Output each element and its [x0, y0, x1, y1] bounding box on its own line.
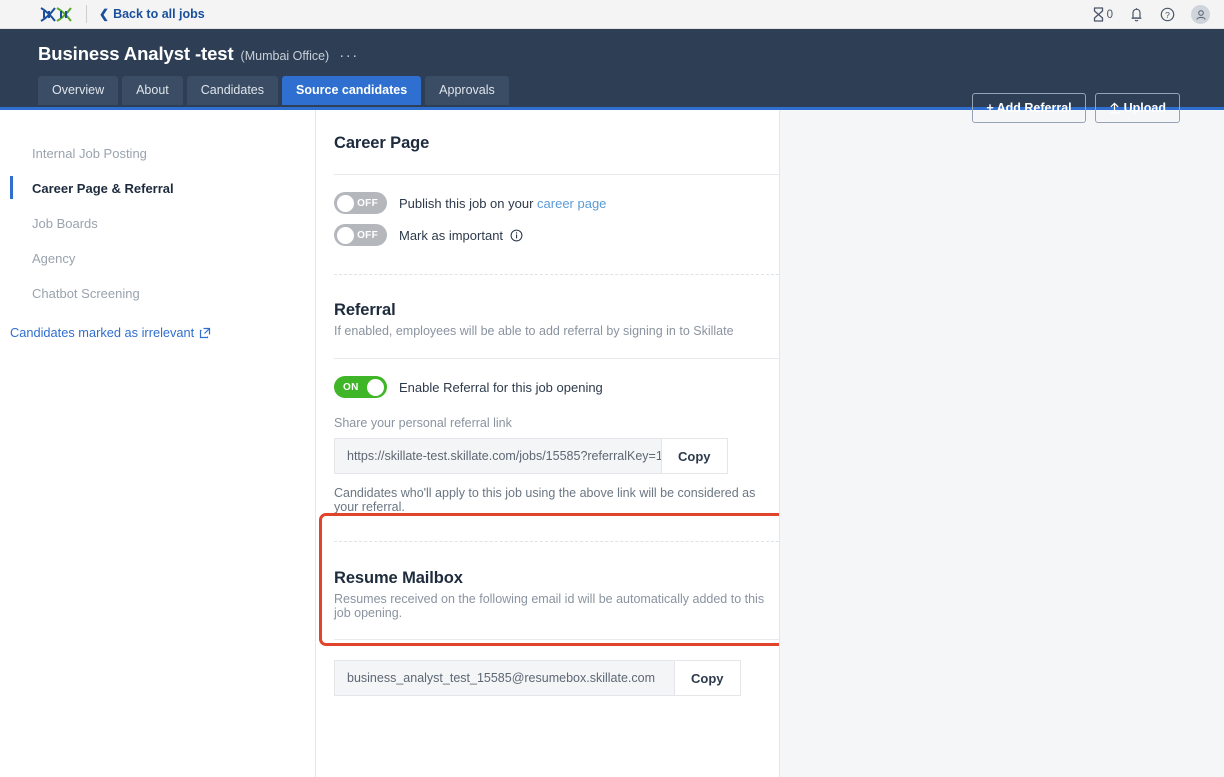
back-to-all-jobs-link[interactable]: ❮ Back to all jobs: [99, 7, 205, 21]
header-actions: + Add Referral Upload: [972, 93, 1180, 123]
copy-referral-link-button[interactable]: Copy: [661, 438, 728, 474]
candidates-marked-irrelevant-label: Candidates marked as irrelevant: [10, 325, 195, 340]
resume-mailbox-subtitle: Resumes received on the following email …: [334, 592, 765, 620]
job-header: Business Analyst -test (Mumbai Office) ·…: [0, 29, 1224, 123]
referral-toggle-state: ON: [343, 381, 359, 393]
referral-section: Referral If enabled, employees will be a…: [334, 275, 779, 514]
resume-mailbox-rule: [334, 639, 779, 640]
important-toggle-row: OFF Mark as important: [334, 224, 779, 246]
toggle-knob: [367, 378, 384, 396]
upload-label: Upload: [1123, 101, 1166, 115]
publish-job-toggle[interactable]: OFF: [334, 192, 387, 214]
mark-important-toggle[interactable]: OFF: [334, 224, 387, 246]
job-more-options-button[interactable]: ···: [339, 48, 359, 63]
top-utility-bar: ❮ Back to all jobs 0 ?: [0, 0, 1224, 29]
toggle-knob: [337, 194, 354, 212]
career-page-rule: [334, 174, 779, 175]
referral-link-group: https://skillate-test.skillate.com/jobs/…: [334, 438, 779, 474]
add-referral-button[interactable]: + Add Referral: [972, 93, 1086, 123]
resume-mailbox-section: Resume Mailbox Resumes received on the f…: [334, 542, 779, 696]
sidebar-item-internal-job-posting[interactable]: Internal Job Posting: [0, 136, 315, 171]
chevron-left-icon: ❮: [99, 7, 110, 21]
external-link-icon: [200, 327, 211, 338]
career-page-section: Career Page OFF Publish this job on your…: [334, 110, 779, 246]
referral-link-label: Share your personal referral link: [334, 416, 512, 430]
sidebar-item-job-boards[interactable]: Job Boards: [0, 206, 315, 241]
important-toggle-state: OFF: [357, 229, 378, 241]
resume-mailbox-email-input[interactable]: business_analyst_test_15585@resumebox.sk…: [334, 660, 674, 696]
toggle-knob: [337, 226, 354, 244]
enable-referral-row: ON Enable Referral for this job opening: [334, 376, 779, 398]
tab-about[interactable]: About: [122, 76, 183, 105]
publish-toggle-label: Publish this job on your career page: [399, 196, 606, 211]
referral-note: Candidates who'll apply to this job usin…: [334, 486, 756, 514]
enable-referral-toggle[interactable]: ON: [334, 376, 387, 398]
main-content: Career Page OFF Publish this job on your…: [316, 110, 779, 777]
tab-approvals[interactable]: Approvals: [425, 76, 509, 105]
task-count: 0: [1106, 8, 1113, 21]
help-icon: ?: [1160, 7, 1175, 22]
body: Internal Job Posting Career Page & Refer…: [0, 110, 1224, 777]
info-icon: [510, 229, 523, 241]
resume-mailbox-group: business_analyst_test_15585@resumebox.sk…: [334, 660, 779, 696]
resume-mailbox-title: Resume Mailbox: [334, 569, 463, 587]
tab-candidates[interactable]: Candidates: [186, 76, 279, 105]
publish-text: Publish this job on your: [399, 195, 538, 211]
referral-link-input[interactable]: https://skillate-test.skillate.com/jobs/…: [334, 438, 661, 474]
hourglass-tasks-button[interactable]: 0: [1092, 7, 1113, 22]
sidebar-item-chatbot-screening[interactable]: Chatbot Screening: [0, 276, 315, 311]
sidebar-item-career-page-referral[interactable]: Career Page & Referral: [0, 171, 315, 206]
career-page-title: Career Page: [334, 134, 430, 152]
career-page-link[interactable]: career page: [537, 196, 606, 211]
skillate-logo[interactable]: [38, 6, 74, 23]
referral-title: Referral: [334, 301, 396, 319]
referral-subtitle: If enabled, employees will be able to ad…: [334, 324, 734, 338]
publish-toggle-state: OFF: [357, 197, 378, 209]
job-office-label: (Mumbai Office): [240, 49, 330, 63]
avatar[interactable]: [1191, 5, 1210, 24]
important-text: Mark as important: [399, 227, 504, 243]
referral-rule: [334, 358, 779, 359]
bell-icon: [1131, 7, 1142, 21]
copy-resume-mailbox-button[interactable]: Copy: [674, 660, 741, 696]
tab-source-candidates[interactable]: Source candidates: [282, 76, 422, 105]
sidebar-nav: Internal Job Posting Career Page & Refer…: [0, 136, 315, 311]
sidebar: Internal Job Posting Career Page & Refer…: [0, 110, 316, 777]
topbar-divider: [86, 5, 87, 23]
upload-button[interactable]: Upload: [1094, 93, 1180, 123]
enable-referral-label: Enable Referral for this job opening: [399, 379, 603, 395]
page-title: Business Analyst -test: [38, 43, 234, 64]
user-icon: [1195, 9, 1206, 20]
candidates-marked-irrelevant-link[interactable]: Candidates marked as irrelevant: [0, 311, 315, 350]
help-button[interactable]: ?: [1160, 7, 1175, 22]
job-title-row: Business Analyst -test (Mumbai Office) ·…: [38, 29, 1224, 65]
upload-arrow-icon: [1109, 102, 1120, 114]
svg-text:?: ?: [1165, 10, 1170, 20]
back-to-all-jobs-label: Back to all jobs: [113, 7, 205, 21]
topbar-actions: 0 ?: [1092, 0, 1210, 29]
important-toggle-label: Mark as important: [399, 228, 523, 243]
publish-toggle-row: OFF Publish this job on your career page: [334, 192, 779, 214]
tab-overview[interactable]: Overview: [38, 76, 119, 105]
right-filler: [778, 110, 1224, 777]
notifications-button[interactable]: [1129, 7, 1144, 23]
sidebar-item-agency[interactable]: Agency: [0, 241, 315, 276]
hourglass-icon: [1093, 7, 1103, 22]
